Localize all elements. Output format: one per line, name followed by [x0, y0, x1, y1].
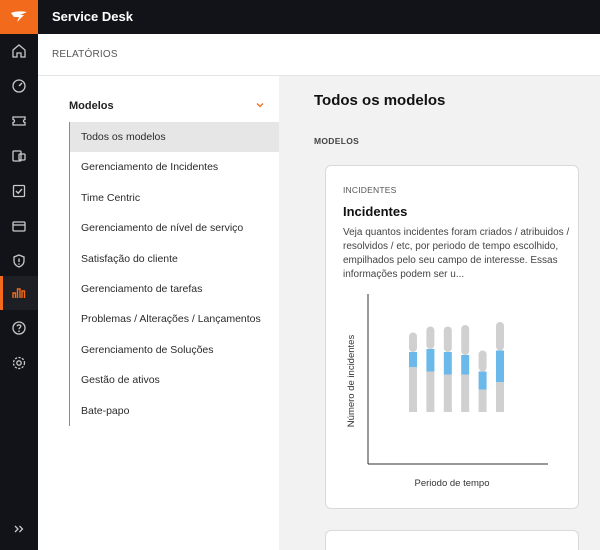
checkbox-icon	[12, 184, 26, 198]
home-icon	[12, 44, 26, 58]
settings-icon	[12, 356, 26, 370]
menu-list: Todos os modelos Gerenciamento de Incide…	[69, 122, 279, 426]
bar-segment	[426, 349, 435, 372]
shield-icon	[13, 254, 25, 268]
card-chart: Número de incidentes Periodo de tempo	[346, 294, 548, 489]
nav-tickets[interactable]	[0, 104, 38, 138]
nav-expand[interactable]	[0, 512, 38, 546]
bar-base-cap	[496, 408, 504, 412]
menu-item-customer-satisfaction[interactable]: Satisfação do cliente	[70, 244, 279, 274]
bar-segment	[496, 382, 504, 412]
bar-base-cap	[443, 408, 452, 412]
breadcrumb[interactable]: RELATÓRIOS	[52, 34, 118, 76]
menu-group-header[interactable]: Modelos	[69, 96, 269, 114]
card-category: INCIDENTES	[343, 185, 397, 195]
gauge-icon	[12, 79, 26, 93]
menu-item-task-management[interactable]: Gerenciamento de tarefas	[70, 274, 279, 304]
menu-item-service-level[interactable]: Gerenciamento de nível de serviço	[70, 213, 279, 243]
bar-segment	[409, 367, 417, 412]
bar-segment	[409, 332, 417, 352]
menu-item-time-centric[interactable]: Time Centric	[70, 183, 279, 213]
breadcrumb-bar: RELATÓRIOS	[38, 34, 600, 76]
chevrons-right-icon	[14, 525, 24, 533]
left-nav-rail	[0, 34, 38, 550]
nav-reports[interactable]	[0, 276, 38, 310]
devices-icon	[12, 150, 26, 162]
bar-segment	[461, 325, 470, 355]
ticket-icon	[12, 116, 26, 126]
template-card-next[interactable]	[325, 530, 579, 550]
bar-base-cap	[409, 408, 417, 412]
logo-icon	[11, 11, 27, 22]
bar-segment	[443, 352, 452, 375]
app-logo[interactable]	[0, 0, 38, 34]
nav-security[interactable]	[0, 244, 38, 278]
nav-settings[interactable]	[0, 346, 38, 380]
bar-segment	[496, 322, 504, 351]
card-icon	[12, 221, 26, 232]
menu-item-chat[interactable]: Bate-papo	[70, 396, 279, 426]
card-description: Veja quantos incidentes foram criados / …	[343, 227, 570, 280]
chevron-down-icon	[256, 103, 264, 108]
bar-segment	[461, 374, 470, 412]
menu-item-incident-management[interactable]: Gerenciamento de Incidentes	[70, 152, 279, 182]
bar-base-cap	[478, 408, 487, 412]
nav-assets[interactable]	[0, 139, 38, 173]
bar-segment	[409, 352, 417, 367]
menu-group-label: Modelos	[69, 100, 114, 112]
content-area: Modelos Todos os modelos Gerenciamento d…	[38, 76, 600, 550]
menu-item-all-templates[interactable]: Todos os modelos	[70, 122, 279, 153]
template-card-incidents[interactable]: INCIDENTES Incidentes Veja quantos incid…	[325, 165, 579, 509]
menu-item-problems-changes-releases[interactable]: Problemas / Alterações / Lançamentos	[70, 304, 279, 334]
bar-segment	[478, 350, 487, 372]
bar-segment	[496, 350, 504, 382]
bar-segment	[478, 371, 487, 390]
chart-bars	[409, 322, 504, 412]
menu-item-asset-management[interactable]: Gestão de ativos	[70, 365, 279, 395]
templates-menu-panel: Modelos Todos os modelos Gerenciamento d…	[38, 76, 279, 550]
nav-dashboard[interactable]	[0, 69, 38, 103]
bar-segment	[443, 326, 452, 352]
app-title: Service Desk	[52, 9, 133, 24]
bar-base-cap	[461, 408, 470, 412]
nav-help[interactable]	[0, 311, 38, 345]
nav-tasks[interactable]	[0, 174, 38, 208]
page-title: Todos os modelos	[314, 92, 446, 109]
card-title: Incidentes	[343, 204, 408, 219]
bar-segment	[426, 371, 435, 412]
menu-item-solutions[interactable]: Gerenciamento de Soluções	[70, 335, 279, 365]
y-axis-label: Número de incidentes	[346, 335, 357, 428]
bar-segment	[426, 326, 435, 349]
help-icon	[12, 321, 26, 335]
reports-icon	[12, 288, 26, 298]
bar-base-cap	[426, 408, 435, 412]
top-header: Service Desk	[0, 0, 600, 34]
x-axis-label: Periodo de tempo	[415, 478, 490, 489]
nav-contracts[interactable]	[0, 209, 38, 243]
nav-home[interactable]	[0, 34, 38, 68]
section-label: MODELOS	[314, 136, 360, 146]
bar-segment	[461, 355, 470, 375]
bar-segment	[443, 374, 452, 412]
